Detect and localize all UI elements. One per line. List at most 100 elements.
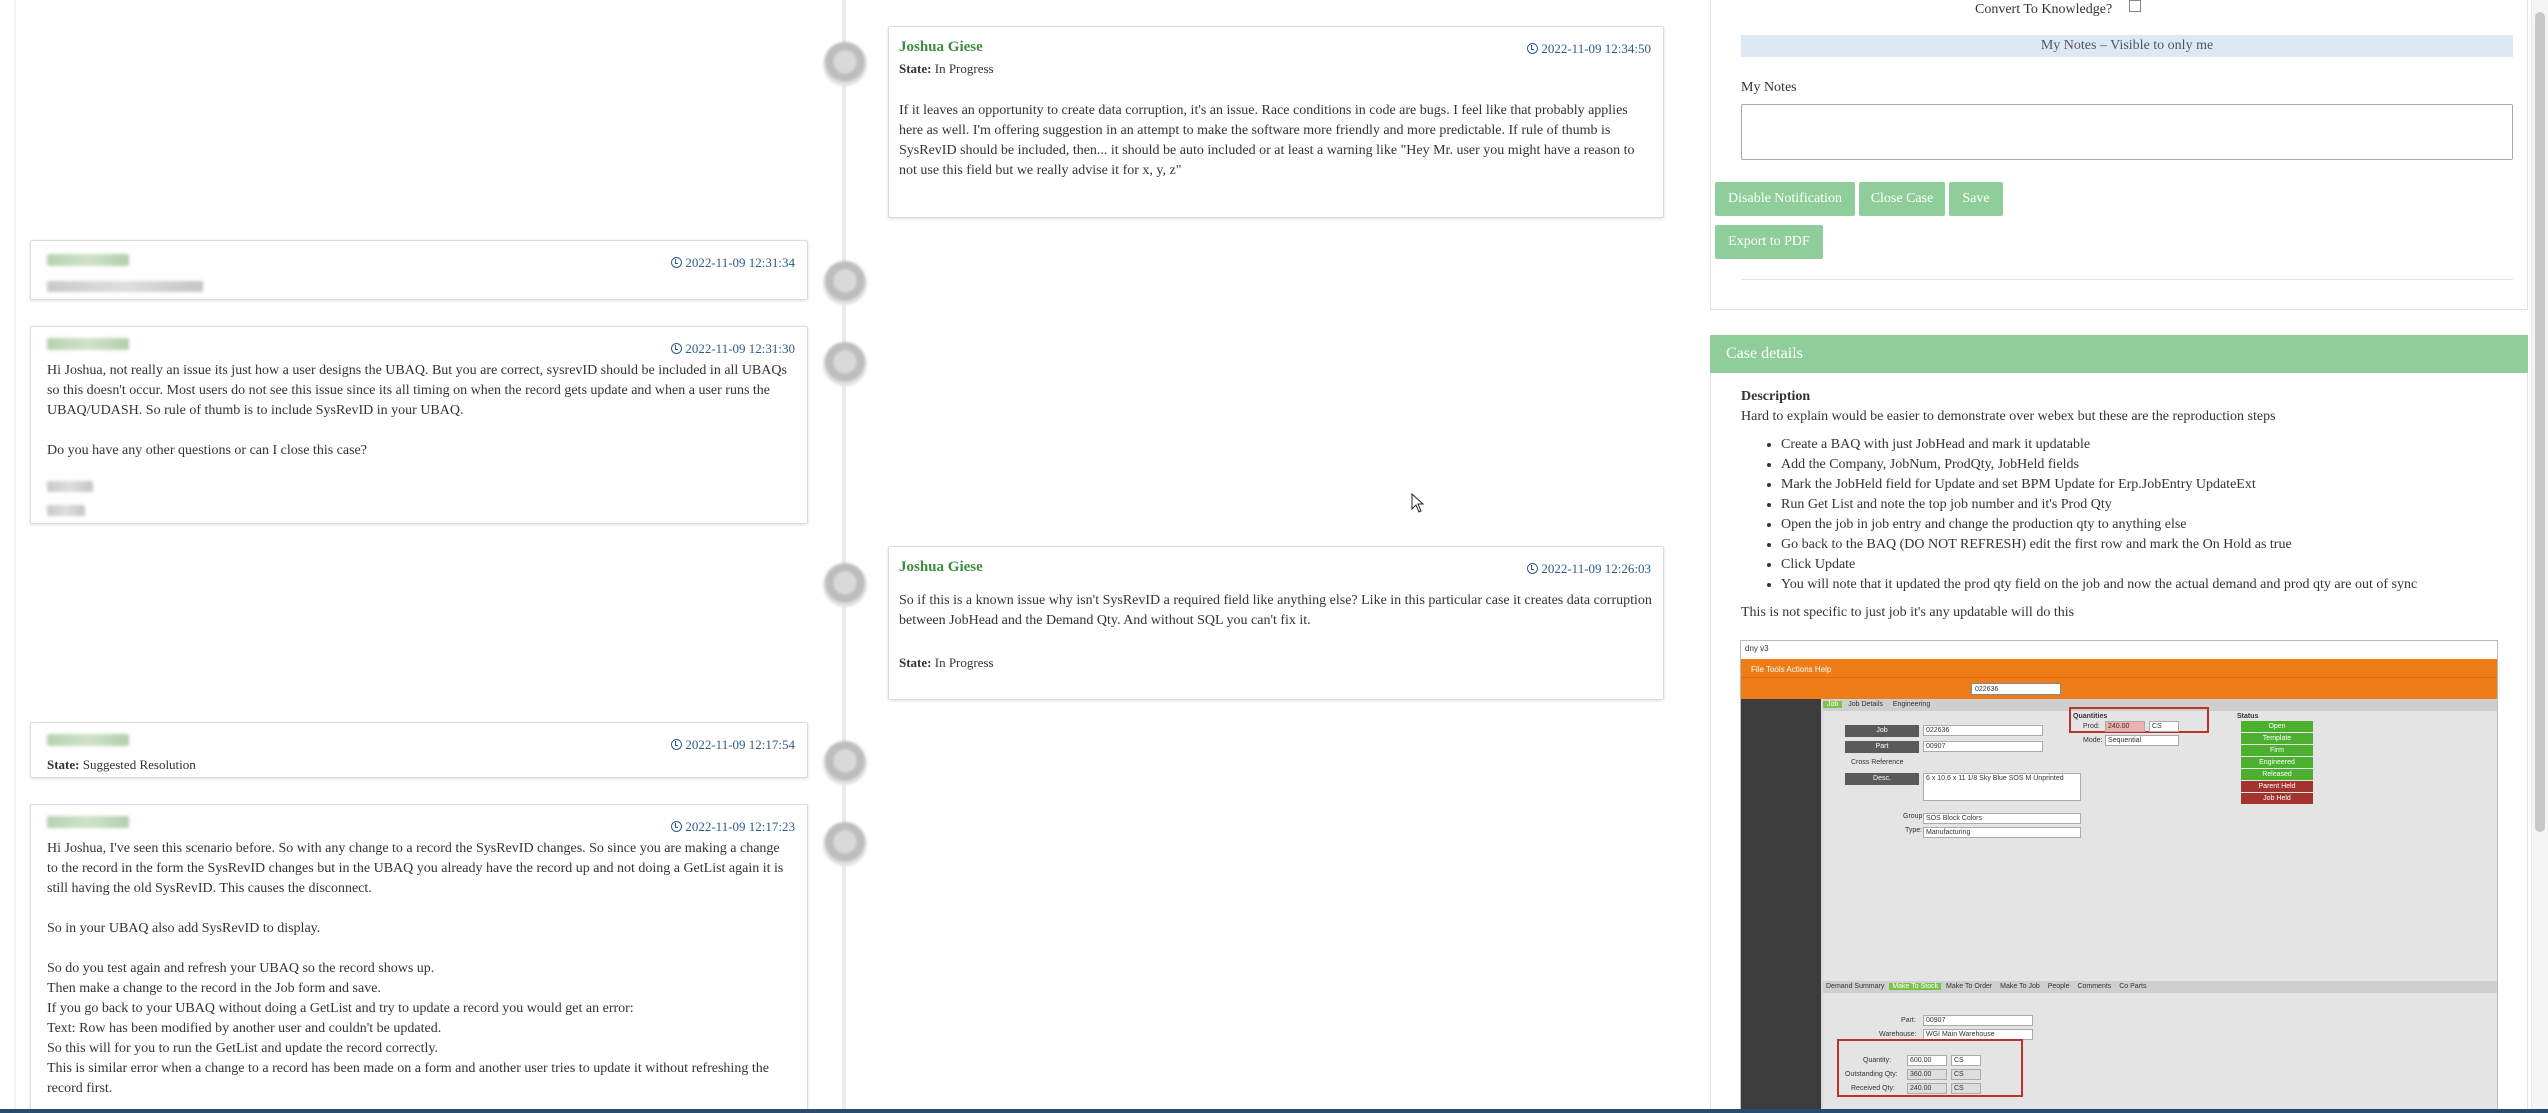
entry-state: State: In Progress	[899, 655, 994, 670]
screenshot-prod-value: 240.00	[2105, 721, 2145, 732]
screenshot-job-button: Job	[1845, 725, 1919, 737]
avatar	[823, 261, 867, 305]
convert-to-knowledge-checkbox[interactable]	[2129, 0, 2141, 12]
list-item: Create a BAQ with just JobHead and mark …	[1781, 435, 2511, 455]
screenshot-uom-value: CS	[1951, 1083, 1981, 1094]
entry-body: If you go back to your UBAQ without doin…	[47, 1001, 634, 1016]
convert-to-knowledge-label: Convert To Knowledge?	[1975, 2, 2113, 17]
screenshot-menubar: File Tools Actions Help	[1741, 659, 2497, 677]
screenshot-status-button: Engineered	[2241, 757, 2313, 768]
notes-panel: Convert To Knowledge? My Notes – Visible…	[1710, 0, 2528, 310]
clock-icon	[671, 821, 683, 832]
list-item: Mark the JobHeld field for Update and se…	[1781, 475, 2511, 495]
avatar	[823, 741, 867, 785]
attached-screenshot[interactable]: dny v3 File Tools Actions Help 022636 Jo…	[1740, 640, 2498, 1113]
bottom-bar	[0, 1109, 2548, 1113]
blurred-signature	[47, 481, 93, 492]
screenshot-quantity-value: 600.00	[1907, 1055, 1947, 1066]
entry-body: So do you test again and refresh your UB…	[47, 961, 435, 976]
clock-icon	[671, 739, 683, 750]
screenshot-bottom-tabs: Demand Summary Make To Stock Make To Ord…	[1823, 981, 2497, 993]
screenshot-status-button: Job Held	[2241, 793, 2313, 804]
screenshot-part-button: Part	[1845, 741, 1919, 753]
list-item: Run Get List and note the top job number…	[1781, 495, 2511, 515]
entry-body: Do you have any other questions or can I…	[47, 443, 367, 458]
timeline-entry: Joshua Giese 2022-11-09 12:26:03 So if t…	[888, 546, 1664, 700]
screenshot-mode-value: Sequential	[2105, 735, 2179, 746]
screenshot-label: Type:	[1905, 827, 1923, 834]
divider	[1741, 279, 2513, 280]
screenshot-title: dny v3	[1741, 641, 2497, 659]
screenshot-label: Mode:	[2083, 737, 2103, 744]
entry-timestamp: 2022-11-09 12:17:23	[671, 817, 795, 837]
timeline-entry: 2022-11-09 12:31:30 Hi Joshua, not reall…	[30, 326, 808, 524]
disable-notification-button[interactable]: Disable Notification	[1715, 182, 1855, 216]
entry-body: This is similar error when a change to a…	[47, 1061, 769, 1096]
screenshot-received-value: 240.00	[1907, 1083, 1947, 1094]
my-notes-textarea[interactable]	[1741, 104, 2513, 160]
blurred-text	[47, 281, 203, 292]
avatar	[823, 822, 867, 866]
case-details-header[interactable]: Case details	[1710, 335, 2528, 373]
entry-body: So if this is a known issue why isn't Sy…	[899, 593, 1652, 628]
entry-body: So in your UBAQ also add SysRevID to dis…	[47, 921, 321, 936]
screenshot-status-button: Released	[2241, 769, 2313, 780]
screenshot-label: Group:	[1903, 813, 1925, 820]
screenshot-status-button: Open	[2241, 721, 2313, 732]
entry-state: State: Suggested Resolution	[47, 757, 196, 772]
blurred-author	[47, 338, 129, 350]
close-case-button[interactable]: Close Case	[1859, 182, 1945, 216]
scrollbar-thumb[interactable]	[2535, 12, 2545, 832]
screenshot-uom-value: CS	[1951, 1055, 1981, 1066]
screenshot-job-field: 022636	[1971, 683, 2061, 695]
timeline-entry: 2022-11-09 12:17:54 State: Suggested Res…	[30, 722, 808, 778]
screenshot-uom-value: CS	[2149, 721, 2179, 732]
timeline-entry: Joshua Giese 2022-11-09 12:34:50 State: …	[888, 26, 1664, 218]
mouse-cursor-icon	[1411, 493, 1425, 513]
description-intro: Hard to explain would be easier to demon…	[1741, 409, 2276, 424]
screenshot-outstanding-value: 360.00	[1907, 1069, 1947, 1080]
screenshot-label: Outstanding Qty:	[1845, 1071, 1898, 1078]
screenshot-label: Status	[2237, 713, 2259, 720]
blurred-author	[47, 254, 129, 266]
entry-timestamp: 2022-11-09 12:26:03	[1527, 559, 1651, 579]
screenshot-tree-panel	[1741, 699, 1821, 1112]
save-button[interactable]: Save	[1949, 182, 2003, 216]
screenshot-type-value: Manufacturing	[1923, 827, 2081, 838]
screenshot-label: Received Qty:	[1851, 1085, 1895, 1092]
screenshot-form: Job Job Details Engineering Job 022636 P…	[1823, 699, 2497, 1112]
description-title: Description	[1741, 389, 1811, 404]
screenshot-job-value: 022636	[1923, 725, 2043, 736]
blurred-author	[47, 816, 129, 828]
screenshot-label: Warehouse:	[1879, 1031, 1917, 1038]
avatar	[823, 563, 867, 607]
clock-icon	[1527, 563, 1539, 574]
screenshot-label: Quantity:	[1863, 1057, 1892, 1064]
screenshot-uom-value: CS	[1951, 1069, 1981, 1080]
blurred-author	[47, 734, 129, 746]
screenshot-label: Part:	[1901, 1017, 1916, 1024]
clock-icon	[671, 257, 683, 268]
avatar	[823, 342, 867, 386]
description-block: Description Hard to explain would be eas…	[1741, 387, 2511, 623]
list-item: You will note that it updated the prod q…	[1781, 575, 2511, 595]
page-scrollbar[interactable]	[2531, 0, 2548, 1109]
clock-icon	[1527, 43, 1539, 54]
entry-body: Hi Joshua, not really an issue its just …	[47, 363, 787, 418]
timeline-spine	[842, 0, 846, 1113]
my-notes-label: My Notes	[1741, 80, 1797, 95]
screenshot-part2-value: 00907	[1923, 1015, 2033, 1026]
list-item: Go back to the BAQ (DO NOT REFRESH) edit…	[1781, 535, 2511, 555]
screenshot-desc-value: 6 x 10.6 x 11 1/8 Sky Blue SOS M Unprint…	[1923, 773, 2081, 801]
screenshot-label: Cross Reference	[1851, 759, 1904, 766]
list-item: Add the Company, JobNum, ProdQty, JobHel…	[1781, 455, 2511, 475]
list-item: Click Update	[1781, 555, 2511, 575]
export-pdf-button[interactable]: Export to PDF	[1715, 225, 1823, 259]
entry-timestamp: 2022-11-09 12:34:50	[1527, 39, 1651, 59]
case-timeline: Joshua Giese 2022-11-09 12:34:50 State: …	[0, 0, 1680, 1113]
steps-list: Create a BAQ with just JobHead and mark …	[1781, 435, 2511, 595]
entry-body: If it leaves an opportunity to create da…	[899, 103, 1635, 178]
entry-body: So this will for you to run the GetList …	[47, 1041, 438, 1056]
entry-body: Text: Row has been modified by another u…	[47, 1021, 442, 1036]
screenshot-status-button: Firm	[2241, 745, 2313, 756]
